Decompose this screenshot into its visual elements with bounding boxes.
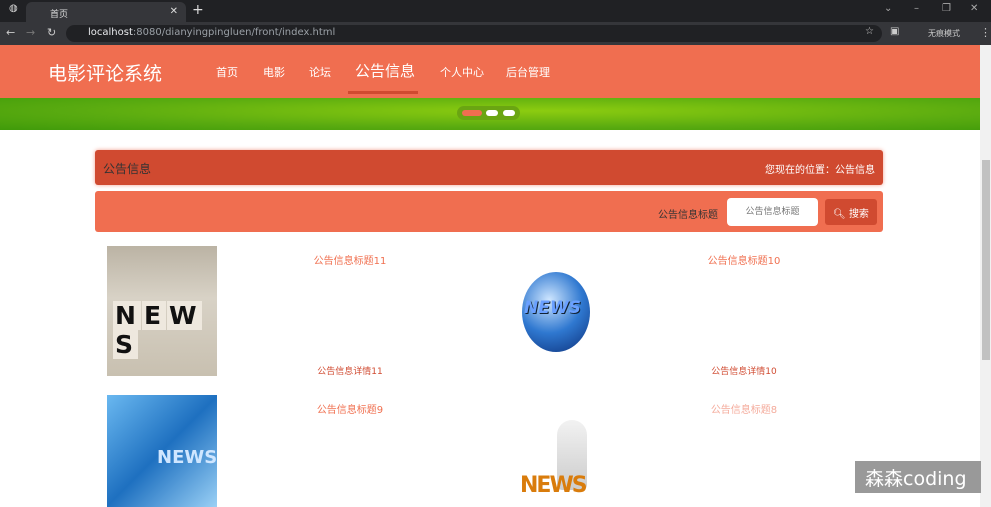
notice-image[interactable]: NEWS	[522, 272, 590, 352]
notice-title[interactable]: 公告信息标题11	[275, 252, 425, 267]
notice-detail: 公告信息详情11	[317, 367, 383, 377]
section-title: 公告信息	[103, 162, 152, 176]
search-button[interactable]: 🔍︎ 搜索	[825, 199, 877, 225]
scrollbar-thumb[interactable]	[982, 160, 990, 360]
url-input[interactable]: localhost:8080/dianyingpingluen/front/in…	[66, 25, 882, 42]
carousel-dot[interactable]	[462, 110, 482, 116]
scrollbar[interactable]	[980, 45, 991, 507]
forward-icon[interactable]: →	[26, 26, 35, 39]
nav-admin[interactable]: 后台管理	[506, 64, 550, 80]
notice-image[interactable]: NEWS	[107, 246, 217, 376]
active-underline	[348, 91, 418, 94]
minimize-icon[interactable]: –	[914, 3, 919, 14]
site-nav: 电影评论系统 首页 电影 论坛 公告信息 个人中心 后台管理	[0, 45, 980, 98]
new-tab-icon[interactable]: +	[192, 2, 204, 18]
carousel-dot[interactable]	[486, 110, 498, 116]
close-tab-icon[interactable]: ✕	[170, 6, 178, 17]
notice-image[interactable]: NEWS	[512, 415, 607, 507]
carousel-indicators	[457, 106, 520, 120]
nav-profile[interactable]: 个人中心	[440, 64, 484, 80]
watermark: 森森coding	[855, 461, 981, 493]
restore-icon[interactable]: ❐	[942, 3, 951, 14]
browser-tab[interactable]: 首页 ✕	[26, 2, 186, 22]
notice-detail: 公告信息详情10	[711, 367, 777, 377]
search-icon: 🔍︎	[833, 209, 846, 220]
nav-forum[interactable]: 论坛	[309, 64, 331, 80]
site-logo[interactable]: 电影评论系统	[48, 59, 162, 86]
search-bar: 公告信息标题 🔍︎ 搜索	[95, 191, 883, 232]
breadcrumb: 您现在的位置：公告信息	[765, 165, 875, 176]
incognito-label[interactable]: 无痕模式	[928, 28, 960, 39]
tab-title: 首页	[50, 10, 69, 20]
tab-search-icon[interactable]: ⌄	[884, 3, 892, 14]
notice-title[interactable]: 公告信息标题10	[669, 252, 819, 267]
nav-home[interactable]: 首页	[216, 64, 238, 80]
address-bar-row: ← → ↻ localhost:8080/dianyingpingluen/fr…	[0, 22, 991, 45]
star-icon[interactable]: ☆	[865, 26, 874, 37]
menu-icon[interactable]: ⋮	[980, 26, 991, 39]
section-header: 公告信息 您现在的位置：公告信息	[95, 150, 883, 185]
search-input[interactable]	[727, 198, 818, 226]
carousel-dot[interactable]	[503, 110, 515, 116]
search-label: 公告信息标题	[658, 210, 718, 221]
globe-icon: ◍	[9, 3, 18, 14]
banner-carousel	[0, 98, 980, 130]
back-icon[interactable]: ←	[6, 26, 15, 39]
close-window-icon[interactable]: ✕	[970, 3, 978, 14]
extension-icon[interactable]: ▣	[890, 26, 899, 37]
notice-title[interactable]: 公告信息标题9	[275, 401, 425, 416]
nav-movies[interactable]: 电影	[263, 64, 285, 80]
reload-icon[interactable]: ↻	[47, 26, 56, 39]
nav-notices[interactable]: 公告信息	[355, 60, 415, 81]
notice-image[interactable]: NEWS	[107, 395, 217, 507]
browser-tab-bar: ◍ 首页 ✕ + ⌄ – ❐ ✕	[0, 0, 991, 22]
